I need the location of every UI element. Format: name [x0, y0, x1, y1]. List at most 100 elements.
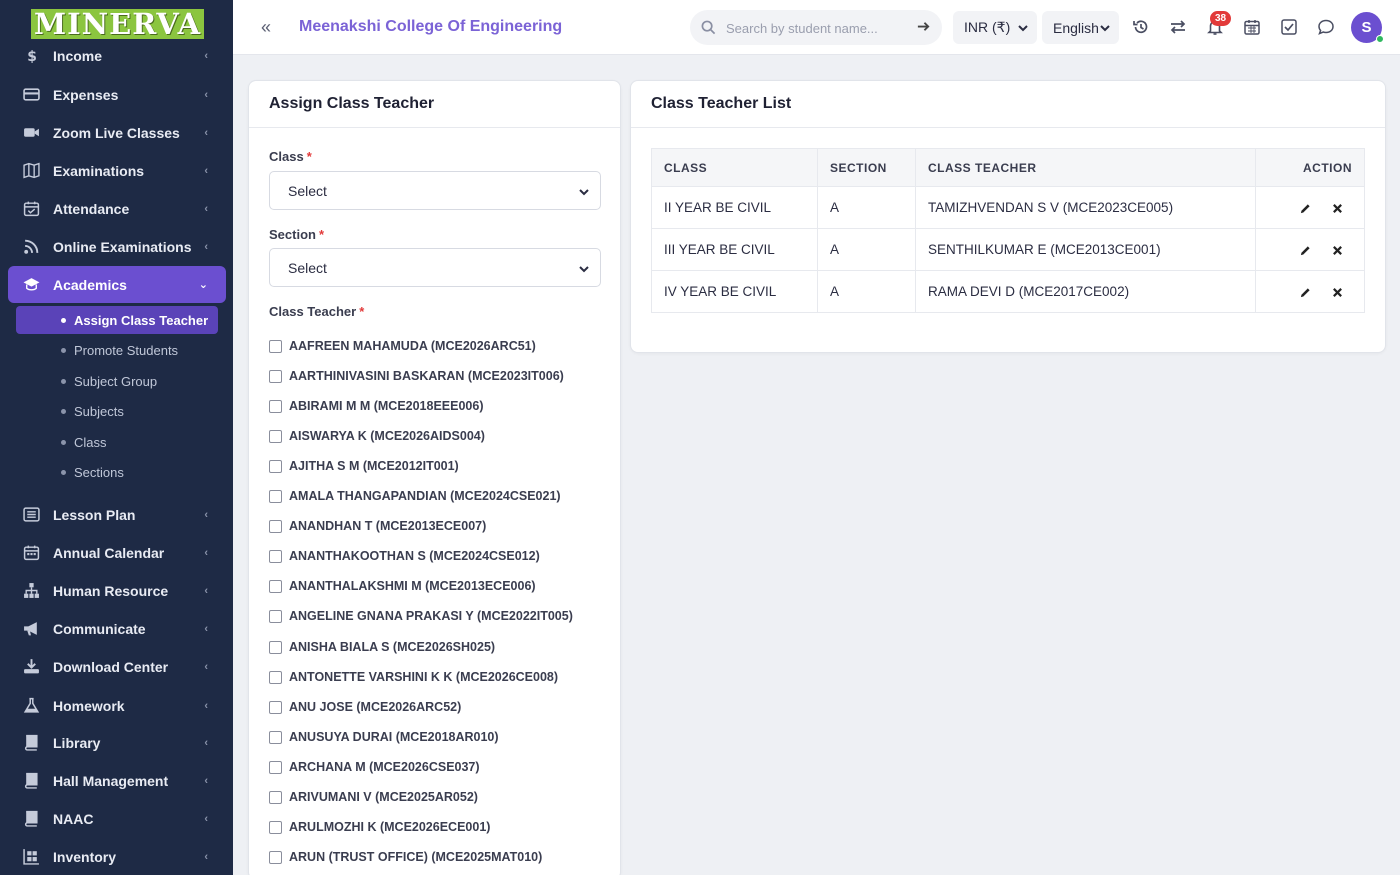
- sidebar-item-hall-management[interactable]: Hall Management ‹: [8, 762, 226, 799]
- notification-badge: 38: [1210, 11, 1231, 26]
- sidebar-item-communicate[interactable]: Communicate ‹: [8, 610, 226, 647]
- teacher-checkbox[interactable]: [269, 549, 282, 563]
- teacher-checkbox-row[interactable]: AISWARYA K (MCE2026AIDS004): [269, 427, 485, 445]
- calendar-icon[interactable]: [1243, 18, 1261, 41]
- logo[interactable]: MINERVA: [31, 9, 205, 39]
- book-icon: [21, 810, 41, 827]
- teacher-checkbox[interactable]: [269, 489, 282, 503]
- teacher-checkbox-row[interactable]: AMALA THANGAPANDIAN (MCE2024CSE021): [269, 487, 561, 505]
- class-select[interactable]: Select: [269, 171, 601, 210]
- language-select[interactable]: English: [1042, 11, 1119, 44]
- teacher-name: ANTONETTE VARSHINI K K (MCE2026CE008): [289, 670, 559, 684]
- teacher-name: ARIVUMANI V (MCE2025AR052): [289, 790, 478, 804]
- sidebar-item-naac[interactable]: NAAC ‹: [8, 800, 226, 837]
- sidebar-item-inventory[interactable]: Inventory ‹: [8, 838, 226, 875]
- sidebar-item-label: Income: [53, 47, 103, 64]
- chat-icon[interactable]: [1317, 18, 1335, 41]
- teacher-checkbox[interactable]: [269, 670, 282, 684]
- sidebar-item-label: Hall Management: [53, 772, 169, 789]
- edit-button[interactable]: [1296, 285, 1314, 299]
- section-select[interactable]: Select: [269, 248, 601, 287]
- teacher-name: ABIRAMI M M (MCE2018EEE006): [289, 399, 484, 413]
- history-icon[interactable]: [1132, 18, 1150, 41]
- submenu-subject-group[interactable]: Subject Group: [16, 367, 218, 395]
- list-icon: [21, 506, 41, 523]
- search-input[interactable]: [726, 18, 906, 38]
- teacher-checkbox[interactable]: [269, 820, 282, 834]
- credit-card-icon: [21, 86, 41, 103]
- chevron-down-icon: [1017, 21, 1029, 37]
- currency-select[interactable]: INR (₹): [953, 11, 1037, 44]
- teacher-checkbox[interactable]: [269, 760, 282, 774]
- sidebar-item-academics[interactable]: Academics ⌄: [8, 266, 226, 303]
- teacher-checkbox[interactable]: [269, 730, 282, 744]
- teacher-checkbox[interactable]: [269, 369, 282, 383]
- teacher-checkbox[interactable]: [269, 399, 282, 413]
- teacher-checkbox[interactable]: [269, 459, 282, 473]
- column-header-section[interactable]: SECTION: [817, 148, 916, 187]
- submenu-promote-students[interactable]: Promote Students: [16, 336, 218, 364]
- sidebar-item-annual-calendar[interactable]: Annual Calendar ‹: [8, 534, 226, 571]
- sidebar-item-download-center[interactable]: Download Center ‹: [8, 648, 226, 685]
- column-header-class-teacher[interactable]: CLASS TEACHER: [915, 148, 1256, 187]
- bullet-icon: [61, 408, 66, 414]
- teacher-checkbox-row[interactable]: ANU JOSE (MCE2026ARC52): [269, 698, 461, 716]
- logo-area: MINERVA: [0, 0, 233, 48]
- submenu-assign-class-teacher[interactable]: Assign Class Teacher: [16, 306, 218, 334]
- teacher-checkbox[interactable]: [269, 519, 282, 533]
- teacher-checkbox-row[interactable]: ANISHA BIALA S (MCE2026SH025): [269, 638, 495, 656]
- teacher-checkbox[interactable]: [269, 339, 282, 353]
- sidebar-item-human-resource[interactable]: Human Resource ‹: [8, 572, 226, 609]
- cell-class: II YEAR BE CIVIL: [651, 186, 818, 229]
- teacher-checkbox-row[interactable]: ANANTHALAKSHMI M (MCE2013ECE006): [269, 577, 536, 595]
- edit-button[interactable]: [1296, 243, 1314, 257]
- college-name[interactable]: Meenakshi College Of Engineering: [299, 18, 562, 36]
- sidebar-item-examinations[interactable]: Examinations ‹: [8, 152, 226, 189]
- sidebar-item-attendance[interactable]: Attendance ‹: [8, 190, 226, 227]
- sitemap-icon: [21, 582, 41, 599]
- edit-button[interactable]: [1296, 201, 1314, 215]
- book-icon: [21, 734, 41, 751]
- card-title: Assign Class Teacher: [249, 81, 620, 128]
- teacher-checkbox-row[interactable]: AARTHINIVASINI BASKARAN (MCE2023IT006): [269, 367, 564, 385]
- teacher-checkbox-row[interactable]: ARUN (TRUST OFFICE) (MCE2025MAT010): [269, 848, 542, 866]
- teacher-checkbox-row[interactable]: AAFREEN MAHAMUDA (MCE2026ARC51): [269, 337, 536, 355]
- table-header-row: CLASS SECTION CLASS TEACHER ACTION: [651, 148, 1365, 187]
- sidebar-item-lesson-plan[interactable]: Lesson Plan ‹: [8, 496, 226, 533]
- teacher-checkbox[interactable]: [269, 429, 282, 443]
- teacher-checkbox[interactable]: [269, 790, 282, 804]
- teacher-checkbox[interactable]: [269, 609, 282, 623]
- sidebar-item-zoom-live-classes[interactable]: Zoom Live Classes ‹: [8, 114, 226, 151]
- delete-button[interactable]: [1328, 285, 1346, 299]
- arrow-right-icon[interactable]: [916, 19, 931, 39]
- teacher-checkbox-row[interactable]: ANTONETTE VARSHINI K K (MCE2026CE008): [269, 668, 558, 686]
- submenu-class[interactable]: Class: [16, 428, 218, 456]
- delete-button[interactable]: [1328, 243, 1346, 257]
- teacher-checkbox-row[interactable]: ANUSUYA DURAI (MCE2018AR010): [269, 728, 499, 746]
- close-icon: [1332, 288, 1342, 298]
- sidebar-item-library[interactable]: Library ‹: [8, 724, 226, 761]
- teacher-checkbox-row[interactable]: AJITHA S M (MCE2012IT001): [269, 457, 459, 475]
- teacher-checkbox-row[interactable]: ARULMOZHI K (MCE2026ECE001): [269, 818, 490, 836]
- submenu-sections[interactable]: Sections: [16, 458, 218, 486]
- teacher-checkbox-row[interactable]: ARIVUMANI V (MCE2025AR052): [269, 788, 478, 806]
- exchange-icon[interactable]: [1169, 18, 1187, 41]
- delete-button[interactable]: [1328, 201, 1346, 215]
- submenu-label: Sections: [74, 464, 124, 480]
- sidebar-item-expenses[interactable]: Expenses ‹: [8, 76, 226, 113]
- teacher-checkbox[interactable]: [269, 640, 282, 654]
- teacher-checkbox-row[interactable]: ANANDHAN T (MCE2013ECE007): [269, 517, 486, 535]
- teacher-checkbox-row[interactable]: ABIRAMI M M (MCE2018EEE006): [269, 397, 484, 415]
- column-header-class[interactable]: CLASS: [651, 148, 818, 187]
- collapse-sidebar-icon[interactable]: «: [261, 17, 271, 38]
- teacher-checkbox-row[interactable]: ARCHANA M (MCE2026CSE037): [269, 758, 480, 776]
- task-check-icon[interactable]: [1280, 18, 1298, 41]
- sidebar-item-online-examinations[interactable]: Online Examinations ‹: [8, 228, 226, 265]
- teacher-checkbox[interactable]: [269, 579, 282, 593]
- sidebar-item-homework[interactable]: Homework ‹: [8, 687, 226, 724]
- teacher-checkbox-row[interactable]: ANGELINE GNANA PRAKASI Y (MCE2022IT005): [269, 607, 573, 625]
- teacher-checkbox[interactable]: [269, 700, 282, 714]
- teacher-checkbox[interactable]: [269, 850, 282, 864]
- submenu-subjects[interactable]: Subjects: [16, 397, 218, 425]
- teacher-checkbox-row[interactable]: ANANTHAKOOTHAN S (MCE2024CSE012): [269, 547, 540, 565]
